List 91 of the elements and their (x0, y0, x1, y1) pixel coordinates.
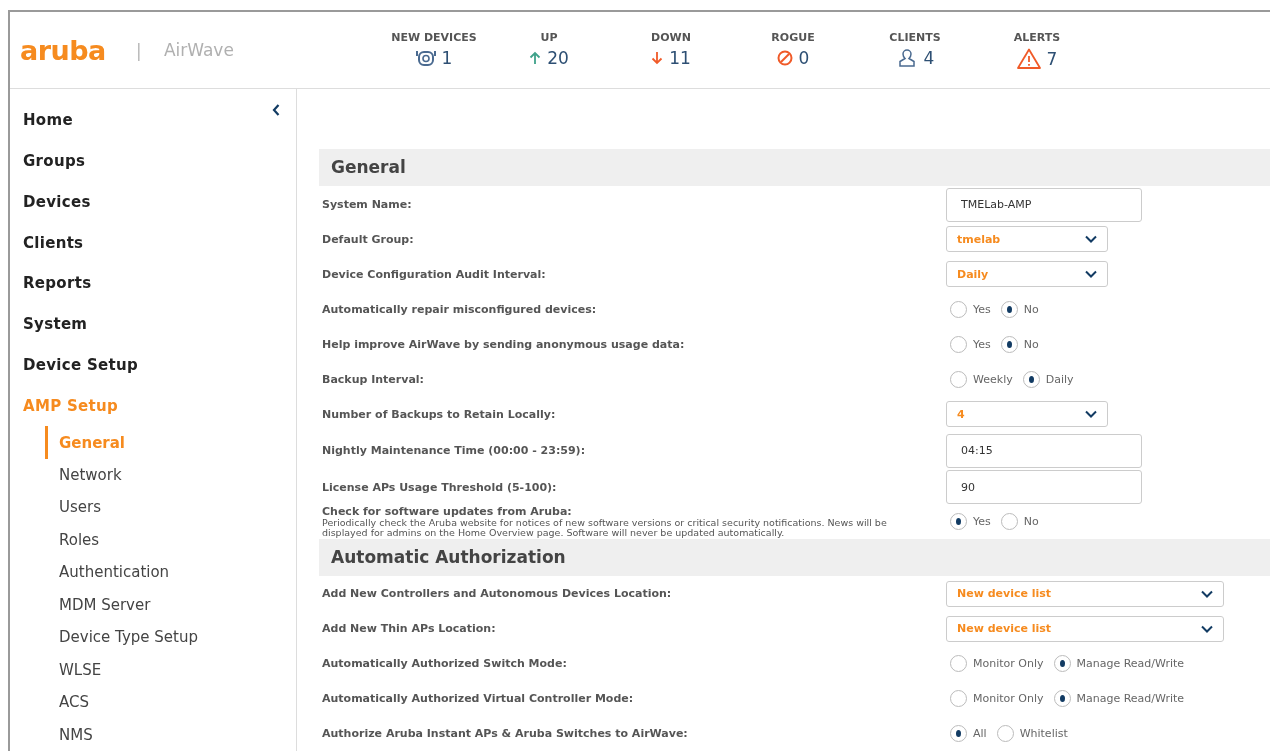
setting-label: Authorize Aruba Instant APs & Aruba Switches to AirWave: (322, 727, 689, 740)
chevron-down-icon (1201, 589, 1213, 598)
radio-button[interactable] (950, 725, 967, 742)
radio-button[interactable] (950, 300, 967, 318)
stat-label: DOWN (651, 31, 691, 44)
section-header: Automatic Authorization (319, 539, 1270, 576)
radio-label: Manage Read/Write (1076, 657, 1185, 670)
radio-button[interactable] (950, 690, 967, 707)
setting-label: System Name: (322, 198, 413, 212)
setting-label: Backup Interval: (322, 372, 425, 386)
radio-label: Yes (973, 515, 991, 529)
setting-label: License APs Usage Threshold (5-100): (322, 480, 558, 494)
radio-button[interactable] (1053, 690, 1071, 707)
radio-label: No (1023, 302, 1039, 316)
radio-label: Whitelist (1019, 727, 1068, 740)
radio-label: Weekly (973, 372, 1013, 386)
radio-label: Yes (973, 337, 991, 351)
nav-item[interactable]: Clients (23, 222, 296, 263)
nav-item[interactable]: Groups (23, 140, 296, 182)
stat-label: ALERTS (1013, 31, 1061, 44)
nav-item[interactable]: Device Setup (23, 344, 296, 386)
setting-label: Add New Controllers and Autonomous Devices Location: (322, 587, 673, 600)
setting-label: Default Group: (322, 232, 415, 246)
stat-label: ROGUE (771, 31, 815, 44)
nav-subitem[interactable]: NMS (45, 718, 296, 751)
radio-label: Daily (1045, 372, 1074, 386)
stat-label: NEW DEVICES (391, 31, 477, 44)
setting-label: Automatically Authorized Virtual Controller Mode: (322, 692, 635, 705)
stat-value[interactable]: 7 (1046, 48, 1058, 69)
chevron-down-icon (1201, 624, 1213, 633)
warning-icon (1016, 48, 1041, 69)
radio-button[interactable] (1000, 513, 1018, 531)
setting-label: Automatically repair misconfigured devices: (322, 302, 598, 316)
radio-label: No (1023, 515, 1039, 529)
camera-icon (415, 49, 436, 67)
nav-item[interactable]: Devices (23, 181, 296, 223)
setting-label: Device Configuration Audit Interval: (322, 267, 547, 281)
radio-button[interactable] (1000, 335, 1018, 353)
radio-button[interactable] (1022, 370, 1040, 388)
radio-button[interactable] (996, 725, 1014, 742)
setting-label: Help improve AirWave by sending anonymous usage data: (322, 337, 686, 351)
separator: | (135, 39, 142, 61)
arrow-down-icon (651, 51, 664, 65)
radio-button[interactable] (950, 655, 967, 672)
setting-description: Periodically check the Aruba website for notices of new software versions or critical security notifications. News will be displayed for admins on the Home Overview page. Software will never be updated automatically. (322, 518, 888, 539)
setting-label: Number of Backups to Retain Locally: (322, 407, 557, 421)
nav-item[interactable]: Home (23, 99, 73, 141)
radio-button[interactable] (950, 513, 967, 531)
stat-value[interactable]: 0 (798, 48, 810, 68)
nav-subitem[interactable]: Authentication (45, 556, 296, 589)
prohibited-icon (776, 50, 793, 66)
stat-value[interactable]: 4 (923, 48, 935, 68)
chevron-down-icon (1085, 410, 1097, 419)
nav-subitem[interactable]: Device Type Setup (45, 621, 296, 654)
product-name: AirWave (163, 40, 234, 60)
stat-label: CLIENTS (889, 31, 941, 44)
nav-subitem[interactable]: WLSE (45, 653, 296, 687)
stat-value[interactable]: 11 (669, 48, 691, 68)
radio-button[interactable] (950, 335, 967, 353)
radio-button[interactable] (950, 370, 967, 388)
stat-value[interactable]: 20 (547, 48, 569, 68)
section-header: General (319, 149, 1270, 186)
text-field[interactable]: 04:15 (946, 433, 1142, 468)
chevron-down-icon (1085, 235, 1097, 244)
nav-subitem[interactable]: ACS (45, 686, 296, 719)
collapse-icon[interactable] (272, 104, 280, 116)
nav-item[interactable]: System (23, 303, 296, 345)
stat-value[interactable]: 1 (441, 48, 453, 68)
nav-subitem[interactable]: Roles (45, 523, 296, 557)
radio-button[interactable] (1053, 655, 1071, 672)
arrow-up-icon (529, 51, 542, 65)
setting-label: Nightly Maintenance Time (00:00 - 23:59): (322, 444, 587, 458)
chevron-down-icon (1085, 270, 1097, 279)
radio-label: Yes (973, 302, 991, 316)
text-field[interactable]: TMELab-AMP (946, 187, 1142, 222)
radio-label: Manage Read/Write (1076, 692, 1185, 705)
radio-label: All (973, 727, 987, 740)
setting-label: Add New Thin APs Location: (322, 622, 497, 635)
radio-label: No (1023, 337, 1039, 351)
nav-subitem[interactable]: Users (45, 491, 296, 524)
nav-subitem[interactable]: MDM Server (45, 588, 296, 622)
nav-item[interactable]: Reports (23, 263, 296, 304)
stat-label: UP (540, 31, 558, 44)
radio-label: Monitor Only (973, 692, 1044, 705)
setting-label: Check for software updates from Aruba: (322, 505, 573, 519)
radio-label: Monitor Only (973, 657, 1044, 670)
radio-button[interactable] (1000, 300, 1018, 318)
nav-subitem[interactable]: Network (45, 458, 296, 492)
logo: aruba (20, 34, 106, 66)
text-field[interactable]: 90 (946, 470, 1142, 505)
setting-label: Automatically Authorized Switch Mode: (322, 657, 568, 670)
